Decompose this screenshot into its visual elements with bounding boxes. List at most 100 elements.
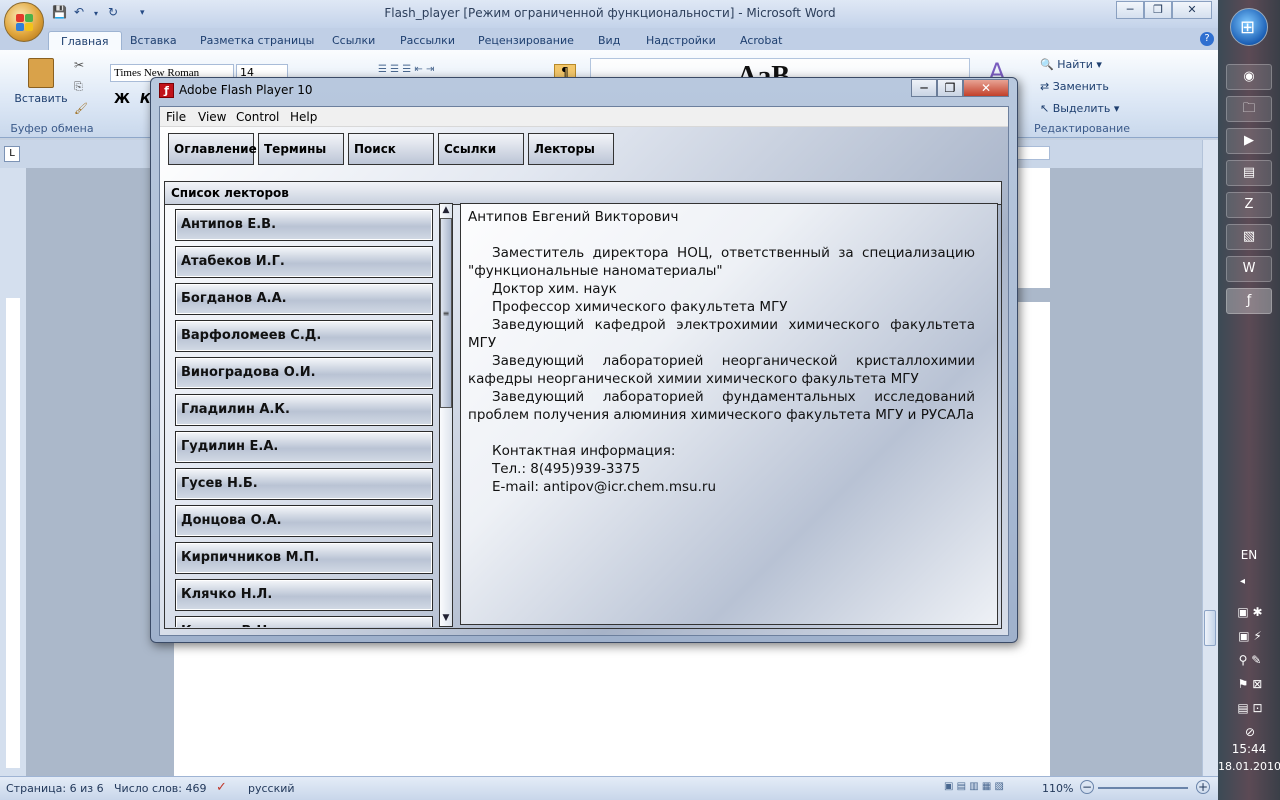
- clock-date[interactable]: 18.01.2010: [1218, 760, 1280, 773]
- ribbon-tabs: Главная Вставка Разметка страницы Ссылки…: [0, 28, 1218, 50]
- lecturer-item[interactable]: Кирпичников М.П.: [175, 542, 433, 574]
- windows-logo-icon: ⊞: [1240, 17, 1256, 38]
- lecturer-item[interactable]: Кнорре В.Н.: [175, 616, 433, 627]
- tab-selector-button[interactable]: L: [4, 146, 20, 162]
- proofing-icon[interactable]: ✓: [216, 780, 227, 795]
- bold-button[interactable]: Ж: [114, 92, 130, 107]
- paste-icon: [28, 58, 54, 88]
- tab-terms[interactable]: Термины: [258, 133, 344, 165]
- zoom-out-button[interactable]: −: [1080, 780, 1094, 794]
- undo-icon[interactable]: ↶: [74, 5, 84, 23]
- system-tray-icons[interactable]: ▣ ✱ ▣ ⚡ ⚲ ✎ ⚑ ⊠ ▤ ⊡ ⊘: [1226, 600, 1274, 739]
- replace-button[interactable]: ⇄ Заменить: [1040, 80, 1109, 93]
- format-painter-icon[interactable]: 🖌: [74, 102, 88, 115]
- scrollbar-thumb[interactable]: [1204, 610, 1216, 646]
- tab-page-layout[interactable]: Разметка страницы: [188, 31, 326, 50]
- tab-mailings[interactable]: Рассылки: [388, 31, 467, 50]
- zoom-in-button[interactable]: +: [1196, 780, 1210, 794]
- tab-references[interactable]: Ссылки: [320, 31, 387, 50]
- lecturer-degree: Доктор хим. наук: [492, 281, 617, 297]
- scroll-up-icon[interactable]: ▲: [440, 204, 452, 216]
- zoom-slider[interactable]: [1098, 787, 1188, 789]
- redo-icon[interactable]: ↻: [108, 5, 118, 23]
- start-button[interactable]: ⊞: [1230, 8, 1268, 46]
- minimize-button[interactable]: ─: [1116, 1, 1144, 19]
- tray-expand-icon[interactable]: ◂: [1240, 576, 1245, 587]
- menu-file[interactable]: File: [166, 110, 186, 124]
- select-label: Выделить: [1052, 102, 1111, 115]
- tab-contents[interactable]: Оглавление: [168, 133, 257, 165]
- close-button[interactable]: ✕: [1172, 1, 1212, 19]
- flash-minimize-button[interactable]: ─: [911, 79, 937, 97]
- filezilla-icon[interactable]: Z: [1226, 192, 1272, 218]
- word-titlebar: 💾 ↶ ▾ ↻ ▾ Flash_player [Режим ограниченн…: [0, 0, 1218, 28]
- undo-dropdown-icon[interactable]: ▾: [94, 9, 98, 27]
- clock-time[interactable]: 15:44: [1218, 742, 1280, 756]
- page-counter[interactable]: Страница: 6 из 6: [6, 782, 104, 795]
- lecturer-item[interactable]: Гусев Н.Б.: [175, 468, 433, 500]
- contact-email: E-mail: antipov@icr.chem.msu.ru: [492, 479, 716, 495]
- zoom-level[interactable]: 110%: [1042, 782, 1073, 795]
- explorer-icon[interactable]: 🗀: [1226, 96, 1272, 122]
- menu-control[interactable]: Control: [236, 110, 279, 124]
- lecturer-item[interactable]: Виноградова О.И.: [175, 357, 433, 389]
- tab-home[interactable]: Главная: [48, 31, 122, 50]
- lecturer-item[interactable]: Атабеков И.Г.: [175, 246, 433, 278]
- lecturer-item[interactable]: Богданов А.А.: [175, 283, 433, 315]
- tab-acrobat[interactable]: Acrobat: [728, 31, 794, 50]
- contact-phone: Тел.: 8(495)939-3375: [492, 461, 641, 477]
- taskbar: ⊞ ◉ 🗀 ▶ ▤ Z ▧ W ƒ EN ◂ ▣ ✱ ▣ ⚡ ⚲ ✎ ⚑ ⊠ ▤ ⊡ ⊘ …: [1218, 0, 1280, 800]
- lecturer-position: Профессор химического факультета МГУ: [492, 299, 788, 315]
- lecturer-item[interactable]: Варфоломеев С.Д.: [175, 320, 433, 352]
- customize-qat-icon[interactable]: ▾: [140, 8, 145, 26]
- tab-lecturers[interactable]: Лекторы: [528, 133, 614, 165]
- word-count[interactable]: Число слов: 469: [114, 782, 207, 795]
- folder-icon[interactable]: ▧: [1226, 224, 1272, 250]
- word-window-title: Flash_player [Режим ограниченной функцио…: [384, 6, 836, 20]
- flash-maximize-button[interactable]: ❐: [937, 79, 963, 97]
- media-player-icon[interactable]: ▶: [1226, 128, 1272, 154]
- cut-icon[interactable]: ✂: [74, 58, 84, 72]
- lecturer-position: Заместитель директора НОЦ, ответственный…: [468, 245, 975, 279]
- flash-menubar: File View Control Help: [160, 107, 1008, 127]
- lecturers-panel: Антипов Е.В. Атабеков И.Г. Богданов А.А.…: [164, 203, 1002, 629]
- menu-help[interactable]: Help: [290, 110, 317, 124]
- copy-icon[interactable]: ⎘: [74, 80, 83, 94]
- lecturers-scrollbar[interactable]: ▲ ≡ ▼: [439, 203, 453, 627]
- language-bar[interactable]: EN: [1218, 548, 1280, 562]
- scroll-down-icon[interactable]: ▼: [440, 612, 452, 624]
- tab-search[interactable]: Поиск: [348, 133, 434, 165]
- find-button[interactable]: 🔍 Найти ▾: [1040, 58, 1102, 71]
- tab-insert[interactable]: Вставка: [118, 31, 189, 50]
- lecturer-item[interactable]: Антипов Е.В.: [175, 209, 433, 241]
- lecturer-item[interactable]: Гладилин А.К.: [175, 394, 433, 426]
- lecturers-list[interactable]: Антипов Е.В. Атабеков И.Г. Богданов А.А.…: [165, 205, 437, 627]
- tab-review[interactable]: Рецензирование: [466, 31, 586, 50]
- save-icon[interactable]: 💾: [52, 5, 67, 23]
- view-buttons[interactable]: ▣ ▤ ▥ ▦ ▧: [944, 781, 1034, 796]
- select-button[interactable]: ↖ Выделить ▾: [1040, 102, 1119, 115]
- office-button[interactable]: [4, 2, 44, 42]
- paste-button[interactable]: Вставить: [14, 56, 68, 110]
- lecturer-item[interactable]: Гудилин Е.А.: [175, 431, 433, 463]
- find-label: Найти: [1057, 58, 1093, 71]
- tab-view[interactable]: Вид: [586, 31, 632, 50]
- cursor-icon: ↖: [1040, 102, 1050, 115]
- disk-icon[interactable]: ▤: [1226, 160, 1272, 186]
- flash-titlebar: ƒ Adobe Flash Player 10 ─ ❐ ✕: [151, 78, 1017, 104]
- flash-close-button[interactable]: ✕: [963, 79, 1009, 97]
- menu-view[interactable]: View: [198, 110, 226, 124]
- language-indicator[interactable]: русский: [248, 782, 295, 795]
- tab-addins[interactable]: Надстройки: [634, 31, 728, 50]
- help-icon[interactable]: ?: [1200, 32, 1214, 46]
- flash-taskbar-icon[interactable]: ƒ: [1226, 288, 1272, 314]
- lecturers-scroll-thumb[interactable]: ≡: [440, 218, 452, 408]
- maximize-button[interactable]: ❐: [1144, 1, 1172, 19]
- document-scrollbar[interactable]: [1202, 140, 1218, 776]
- tab-links[interactable]: Ссылки: [438, 133, 524, 165]
- lecturer-item[interactable]: Донцова О.А.: [175, 505, 433, 537]
- lecturer-item[interactable]: Клячко Н.Л.: [175, 579, 433, 611]
- chrome-icon[interactable]: ◉: [1226, 64, 1272, 90]
- word-taskbar-icon[interactable]: W: [1226, 256, 1272, 282]
